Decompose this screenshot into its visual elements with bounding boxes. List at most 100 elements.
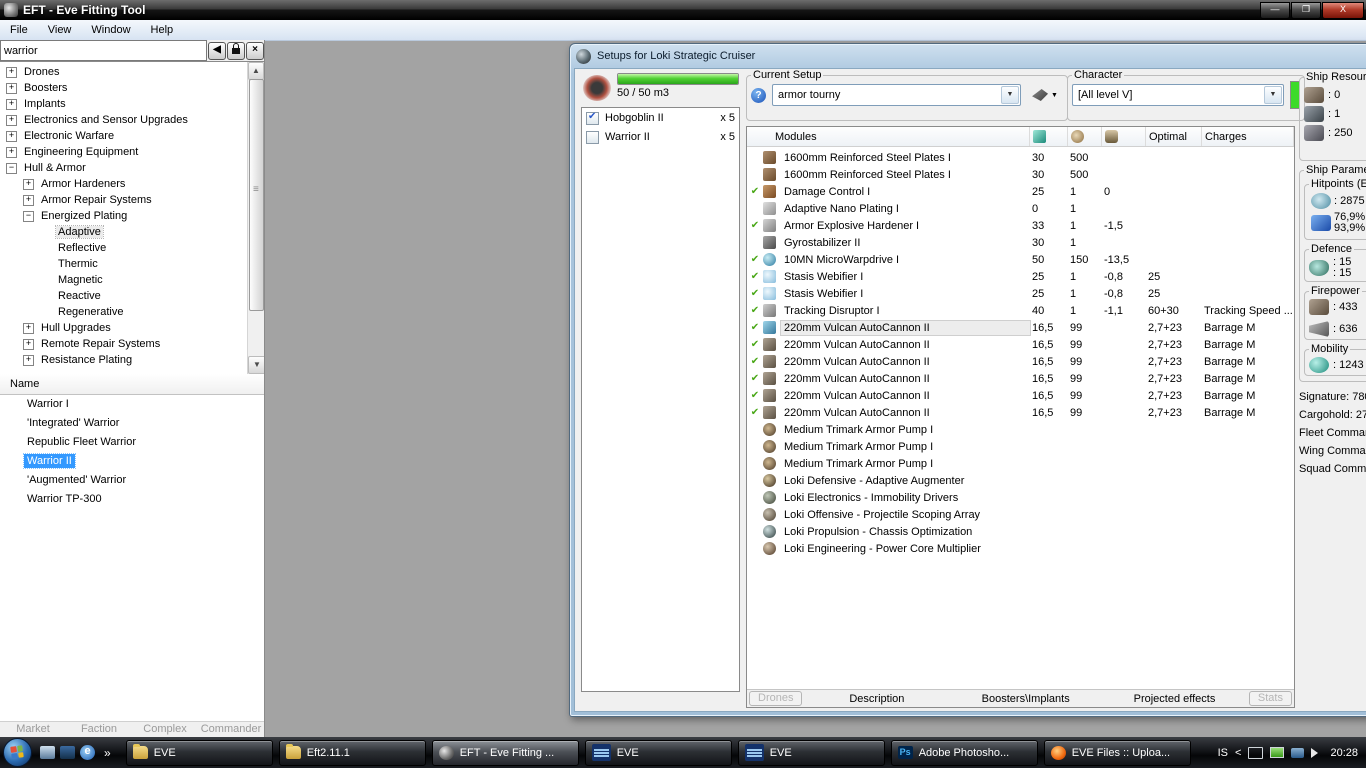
scroll-up-icon[interactable]: ▲ [248, 62, 264, 80]
module-row[interactable]: ✔ 10MN MicroWarpdrive I 50 150 -13,5 [747, 251, 1294, 268]
taskbar-button-eve[interactable]: EVE [737, 739, 885, 766]
squad-commander-row[interactable]: Squad Commander - right click to set [1299, 460, 1366, 478]
tab-boosters-implants[interactable]: Boosters\Implants [951, 693, 1100, 705]
module-row[interactable]: ✔ Stasis Webifier I 25 1 -0,8 25 [747, 285, 1294, 302]
show-desktop-icon[interactable] [40, 746, 55, 759]
tree-item-adaptive[interactable]: Adaptive [0, 224, 248, 240]
battery-tray-icon[interactable] [1270, 747, 1285, 758]
tree-item-remote-repair-systems[interactable]: + Remote Repair Systems [0, 336, 248, 352]
menu-window[interactable]: Window [81, 22, 140, 38]
start-button[interactable] [3, 738, 32, 767]
menu-file[interactable]: File [0, 22, 38, 38]
module-row[interactable]: ✔ 220mm Vulcan AutoCannon II 16,5 99 2,7+23 B… [747, 336, 1294, 353]
tree-item-engineering-equipment[interactable]: + Engineering Equipment [0, 144, 248, 160]
volume-tray-icon[interactable] [1311, 747, 1323, 758]
result-item-integrated-warrior[interactable]: 'Integrated' Warrior [0, 414, 264, 433]
taskbar-button-eft2-11-1[interactable]: Eft2.11.1 [278, 739, 426, 766]
tree-item-thermic[interactable]: Thermic [0, 256, 248, 272]
module-row[interactable]: ✔ Armor Explosive Hardener I 33 1 -1,5 [747, 217, 1294, 234]
taskbar-button-eve[interactable]: EVE [125, 739, 273, 766]
scroll-down-icon[interactable]: ▼ [248, 356, 264, 374]
tree-item-energized-plating[interactable]: − Energized Plating [0, 208, 248, 224]
tree-item-drones[interactable]: + Drones [0, 64, 248, 80]
tree-toggle-icon[interactable]: + [6, 82, 17, 94]
tree-toggle-icon[interactable]: − [23, 210, 34, 222]
restore-button[interactable]: ❐ [1291, 1, 1321, 19]
scroll-thumb[interactable] [249, 79, 264, 311]
module-row[interactable]: Medium Trimark Armor Pump I [747, 421, 1294, 438]
taskbar-button-eve[interactable]: EVE [584, 739, 732, 766]
ship-menu-button[interactable]: ▼ [1027, 85, 1063, 105]
tree-item-hull-upgrades[interactable]: + Hull Upgrades [0, 320, 248, 336]
result-item-warrior-i[interactable]: Warrior I [0, 395, 264, 414]
tree-item-boosters[interactable]: + Boosters [0, 80, 248, 96]
module-row[interactable]: ✔ 220mm Vulcan AutoCannon II 16,5 99 2,7+23 B… [747, 404, 1294, 421]
tree-item-resistance-plating[interactable]: + Resistance Plating [0, 352, 248, 368]
switch-windows-icon[interactable] [60, 746, 75, 759]
character-select[interactable]: [All level V] ▼ [1072, 84, 1284, 106]
module-row[interactable]: Loki Defensive - Adaptive Augmenter [747, 472, 1294, 489]
tab-commander[interactable]: Commander [198, 722, 264, 737]
module-row[interactable]: ✔ Stasis Webifier I 25 1 -0,8 25 [747, 268, 1294, 285]
tree-toggle-icon[interactable]: + [23, 194, 34, 206]
tree-toggle-icon[interactable]: + [23, 178, 34, 190]
menu-help[interactable]: Help [141, 22, 184, 38]
chevron-down-icon[interactable]: ▼ [1264, 86, 1282, 104]
tree-item-regenerative[interactable]: Regenerative [0, 304, 248, 320]
module-row[interactable]: Loki Engineering - Power Core Multiplier [747, 540, 1294, 557]
drone-item-warrior-ii[interactable]: Warrior II x 5 [582, 127, 739, 146]
tree-item-reflective[interactable]: Reflective [0, 240, 248, 256]
clear-search-button[interactable]: × [246, 41, 264, 60]
module-row[interactable]: ✔ 220mm Vulcan AutoCannon II 16,5 99 2,7+23 B… [747, 353, 1294, 370]
tree-item-electronics-and-sensor-upgrades[interactable]: + Electronics and Sensor Upgrades [0, 112, 248, 128]
minimize-button[interactable]: — [1260, 1, 1290, 19]
tree-scrollbar[interactable]: ▲ ▼ [247, 62, 264, 374]
tree-toggle-icon[interactable]: − [6, 162, 17, 174]
tree-toggle-icon[interactable]: + [6, 114, 17, 126]
menu-view[interactable]: View [38, 22, 82, 38]
tab-faction[interactable]: Faction [66, 722, 132, 737]
module-row[interactable]: ✔ 220mm Vulcan AutoCannon II 16,5 99 2,7+23 B… [747, 370, 1294, 387]
tree-item-implants[interactable]: + Implants [0, 96, 248, 112]
module-row[interactable]: ✔ 220mm Vulcan AutoCannon II 16,5 99 2,7+23 B… [747, 319, 1294, 336]
tree-item-armor-hardeners[interactable]: + Armor Hardeners [0, 176, 248, 192]
module-row[interactable]: Medium Trimark Armor Pump I [747, 455, 1294, 472]
tab-projected-effects[interactable]: Projected effects [1100, 693, 1249, 705]
result-item-republic-fleet-warrior[interactable]: Republic Fleet Warrior [0, 433, 264, 452]
module-row[interactable]: Adaptive Nano Plating I 0 1 [747, 200, 1294, 217]
tree-toggle-icon[interactable]: + [23, 338, 34, 350]
tab-description[interactable]: Description [802, 693, 951, 705]
chevron-right-icon[interactable]: » [104, 746, 111, 760]
wing-commander-row[interactable]: Wing Commander - right click to set [1299, 442, 1366, 460]
module-row[interactable]: Loki Electronics - Immobility Drivers [747, 489, 1294, 506]
internet-explorer-icon[interactable]: e [80, 745, 95, 760]
taskbar-button-eft-eve-fitting[interactable]: EFT - Eve Fitting ... [431, 739, 579, 766]
close-button[interactable]: X [1322, 1, 1364, 19]
module-row[interactable]: Gyrostabilizer II 30 1 [747, 234, 1294, 251]
display-tray-icon[interactable] [1248, 746, 1264, 759]
fleet-commander-row[interactable]: Fleet Commander - right click to set [1299, 424, 1366, 442]
drone-item-hobgoblin-ii[interactable]: Hobgoblin II x 5 [582, 108, 739, 127]
taskbar-button-adobe-photosho[interactable]: Ps Adobe Photosho... [890, 739, 1038, 766]
tab-complex[interactable]: Complex [132, 722, 198, 737]
language-indicator[interactable]: IS [1218, 747, 1228, 759]
tree-item-magnetic[interactable]: Magnetic [0, 272, 248, 288]
tree-toggle-icon[interactable]: + [6, 66, 17, 78]
network-tray-icon[interactable] [1291, 747, 1305, 758]
module-row[interactable]: 1600mm Reinforced Steel Plates I 30 500 [747, 149, 1294, 166]
drone-checkbox[interactable] [586, 130, 599, 144]
lock-button[interactable] [227, 41, 245, 60]
module-row[interactable]: ✔ Damage Control I 25 1 0 [747, 183, 1294, 200]
search-input[interactable] [0, 40, 207, 61]
module-row[interactable]: Medium Trimark Armor Pump I [747, 438, 1294, 455]
chevron-left-icon[interactable]: < [1235, 747, 1241, 759]
results-header[interactable]: Name [0, 374, 264, 395]
module-row[interactable]: Loki Propulsion - Chassis Optimization [747, 523, 1294, 540]
drone-checkbox[interactable] [586, 111, 599, 125]
back-button[interactable]: ◀ [208, 41, 226, 60]
module-row[interactable]: Loki Offensive - Projectile Scoping Arra… [747, 506, 1294, 523]
setup-select[interactable]: armor tourny ▼ [772, 84, 1021, 106]
module-row[interactable]: 1600mm Reinforced Steel Plates I 30 500 [747, 166, 1294, 183]
tree-item-electronic-warfare[interactable]: + Electronic Warfare [0, 128, 248, 144]
chevron-down-icon[interactable]: ▼ [1001, 86, 1019, 104]
